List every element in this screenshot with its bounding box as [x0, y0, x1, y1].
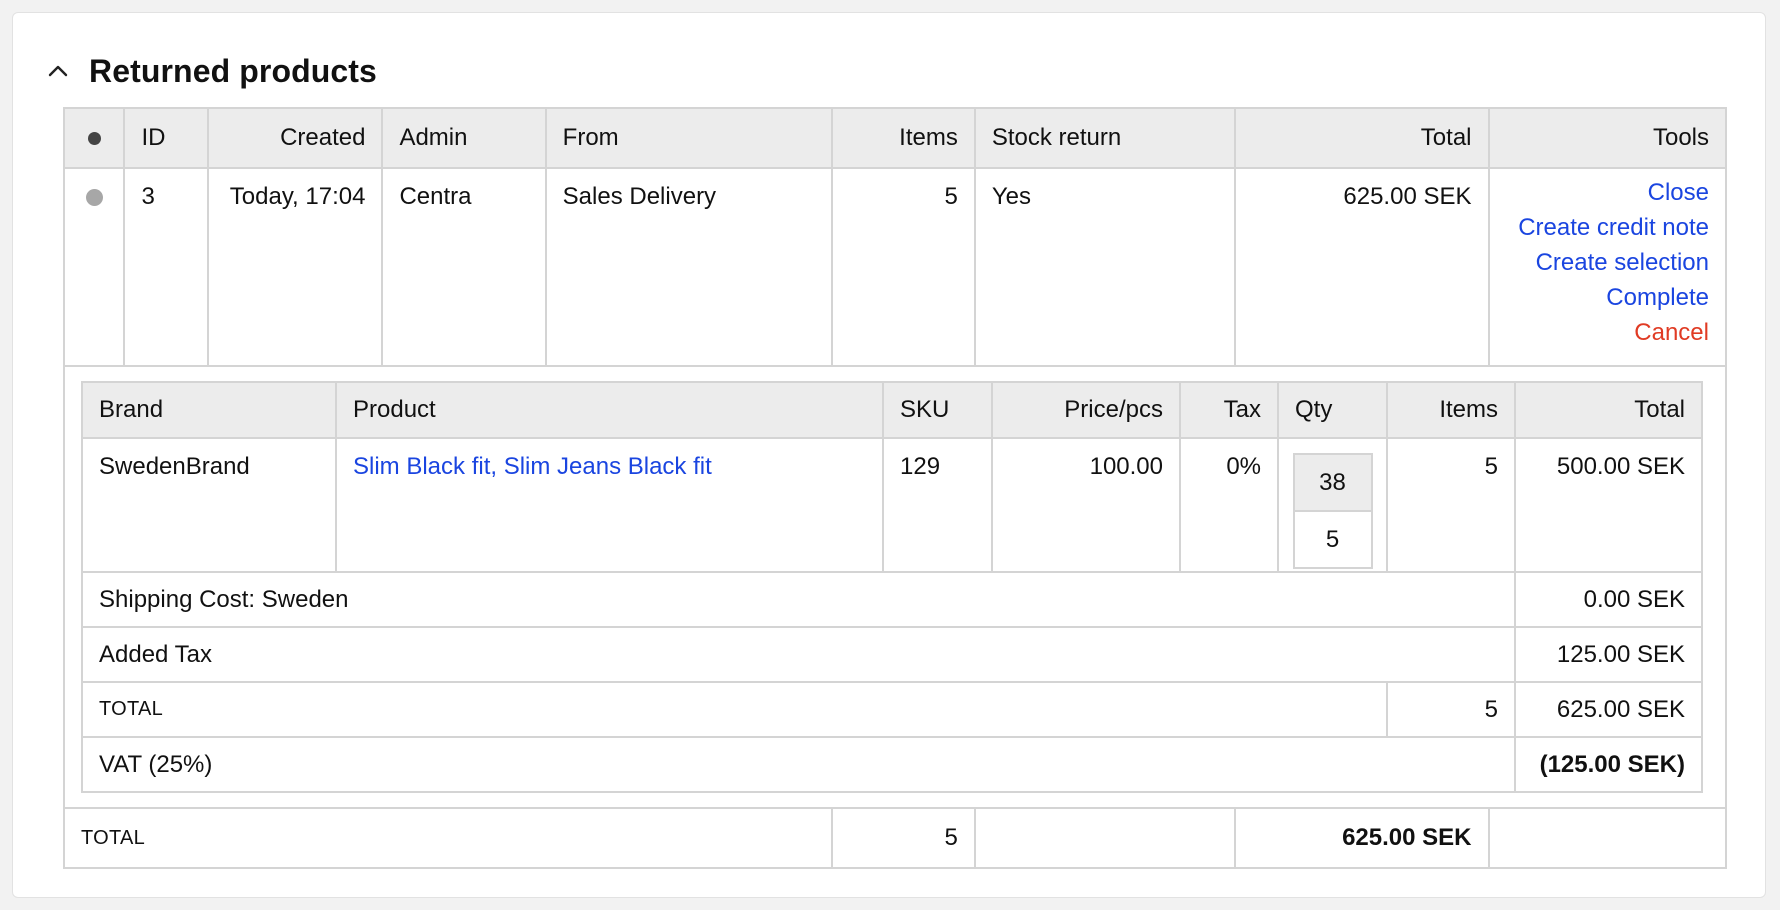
- size-qty-value: 5: [1325, 526, 1340, 553]
- product-tax: 0%: [1179, 437, 1279, 573]
- product-total: 500.00 SEK: [1514, 437, 1703, 573]
- vat-value: (125.00 SEK): [1514, 736, 1703, 793]
- product-qty-cell: 38 5: [1277, 437, 1388, 573]
- return-from: Sales Delivery: [544, 167, 834, 367]
- product-column-header: Product: [335, 381, 884, 439]
- items-column-header: Items: [1386, 381, 1516, 439]
- return-row: 3 Today, 17:04 Centra Sales Delivery 5 Y…: [62, 167, 1727, 367]
- admin-column-header[interactable]: Admin: [381, 107, 547, 169]
- product-brand: SwedenBrand: [81, 437, 337, 573]
- status-dot-icon: [85, 189, 103, 206]
- status-dot-icon: [87, 132, 101, 145]
- return-tools: Close Create credit note Create selectio…: [1487, 167, 1727, 367]
- size-qty-box: 38 5: [1292, 453, 1373, 569]
- cancel-link[interactable]: Cancel: [1506, 315, 1709, 350]
- returns-total-items: 5: [831, 807, 976, 869]
- create-credit-note-link[interactable]: Create credit note: [1506, 210, 1709, 245]
- vat-label: VAT (25%): [81, 736, 1516, 793]
- shipping-value: 0.00 SEK: [1514, 571, 1703, 628]
- return-status-cell: [62, 167, 126, 367]
- added-tax-value: 125.00 SEK: [1514, 626, 1703, 683]
- tax-column-header: Tax: [1179, 381, 1279, 439]
- close-link[interactable]: Close: [1506, 175, 1709, 210]
- product-name-cell: Slim Black fit, Slim Jeans Black fit: [335, 437, 884, 573]
- complete-link[interactable]: Complete: [1506, 280, 1709, 315]
- return-detail-cell: Brand Product SKU Price/pcs Tax Qty Item…: [63, 365, 1727, 809]
- tools-column-header: Tools: [1487, 107, 1727, 169]
- added-tax-row: Added Tax 125.00 SEK: [81, 626, 1703, 683]
- returns-total-label: TOTAL: [62, 807, 834, 869]
- create-selection-link[interactable]: Create selection: [1506, 245, 1709, 280]
- returns-total-tools-cell: [1487, 807, 1727, 869]
- panel-header[interactable]: Returned products: [43, 43, 377, 99]
- returns-table: ID Created Admin From Items Stock return…: [62, 107, 1727, 869]
- return-admin: Centra: [381, 167, 547, 367]
- return-total: 625.00 SEK: [1234, 167, 1490, 367]
- product-sku: 129: [882, 437, 993, 573]
- total-column-header[interactable]: Total: [1234, 107, 1490, 169]
- panel-title: Returned products: [89, 52, 377, 89]
- returns-total-row: TOTAL 5 625.00 SEK: [62, 807, 1727, 869]
- id-column-header[interactable]: ID: [123, 107, 209, 169]
- product-header-row: Brand Product SKU Price/pcs Tax Qty Item…: [81, 381, 1703, 439]
- returns-header-row: ID Created Admin From Items Stock return…: [62, 107, 1727, 169]
- qty-column-header: Qty: [1277, 381, 1388, 439]
- return-created: Today, 17:04: [206, 167, 384, 367]
- vat-row: VAT (25%) (125.00 SEK): [81, 736, 1703, 793]
- size-label: 38: [1294, 455, 1371, 512]
- total-column-header: Total: [1514, 381, 1703, 439]
- items-column-header[interactable]: Items: [831, 107, 976, 169]
- chevron-up-icon[interactable]: [43, 56, 73, 86]
- returned-products-panel: Returned products ID Created Admin From …: [12, 12, 1766, 898]
- sku-column-header: SKU: [882, 381, 993, 439]
- product-link[interactable]: Slim Black fit, Slim Jeans Black fit: [353, 453, 712, 480]
- from-column-header[interactable]: From: [544, 107, 834, 169]
- return-id: 3: [123, 167, 209, 367]
- shipping-row: Shipping Cost: Sweden 0.00 SEK: [81, 571, 1703, 628]
- brand-column-header: Brand: [81, 381, 337, 439]
- product-items: 5: [1386, 437, 1516, 573]
- product-table: Brand Product SKU Price/pcs Tax Qty Item…: [81, 381, 1703, 793]
- returns-total-value: 625.00 SEK: [1234, 807, 1490, 869]
- subtotal-label: TOTAL: [81, 681, 1388, 738]
- return-stock-return: Yes: [973, 167, 1237, 367]
- price-column-header: Price/pcs: [991, 381, 1181, 439]
- stock-return-column-header[interactable]: Stock return: [973, 107, 1237, 169]
- product-row: SwedenBrand Slim Black fit, Slim Jeans B…: [81, 437, 1703, 573]
- return-items: 5: [831, 167, 976, 367]
- product-price: 100.00: [991, 437, 1181, 573]
- subtotal-value: 625.00 SEK: [1514, 681, 1703, 738]
- return-detail-row: Brand Product SKU Price/pcs Tax Qty Item…: [63, 365, 1727, 809]
- added-tax-label: Added Tax: [81, 626, 1516, 683]
- subtotal-row: TOTAL 5 625.00 SEK: [81, 681, 1703, 738]
- status-column-header: [62, 107, 126, 169]
- subtotal-items: 5: [1386, 681, 1516, 738]
- returns-total-stock-cell: [973, 807, 1237, 869]
- created-column-header[interactable]: Created: [206, 107, 384, 169]
- shipping-label: Shipping Cost: Sweden: [81, 571, 1516, 628]
